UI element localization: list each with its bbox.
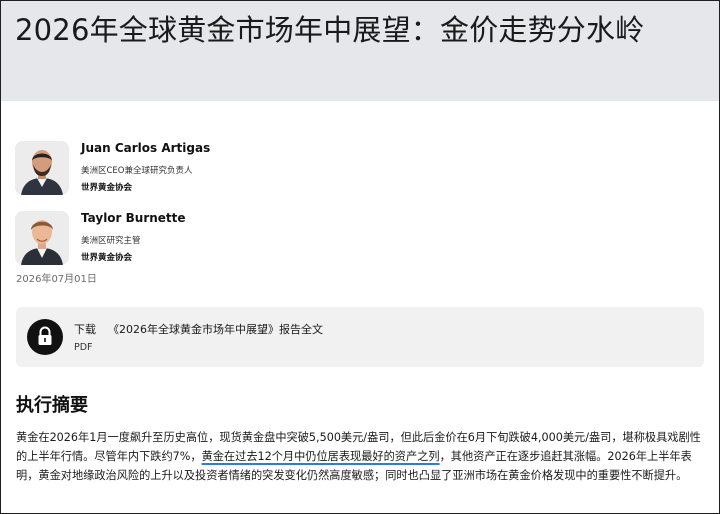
page-frame: 2026年全球黄金市场年中展望：金价走势分水岭 Juan Carlos Arti… bbox=[0, 0, 720, 514]
person-portrait-icon bbox=[15, 211, 69, 265]
section-heading: 执行摘要 bbox=[16, 395, 88, 416]
publish-date: 2026年07月01日 bbox=[16, 274, 97, 285]
author-org: 世界黄金协会 bbox=[81, 183, 133, 193]
author-name[interactable]: Juan Carlos Artigas bbox=[81, 141, 210, 155]
author-role: 美洲区CEO兼全球研究负责人 bbox=[81, 166, 193, 176]
article-header: 2026年全球黄金市场年中展望：金价走势分水岭 bbox=[1, 1, 719, 101]
summary-highlight-link[interactable]: 黄金在过去12个月中仍位居表现最好的资产之列 bbox=[202, 450, 440, 463]
author-name[interactable]: Taylor Burnette bbox=[81, 211, 186, 225]
author-org: 世界黄金协会 bbox=[81, 253, 133, 263]
lock-icon bbox=[27, 319, 63, 355]
download-label: 下载 bbox=[74, 323, 96, 336]
report-title: 《2026年全球黄金市场年中展望》报告全文 bbox=[108, 323, 323, 336]
download-link[interactable]: 下载 《2026年全球黄金市场年中展望》报告全文 bbox=[74, 321, 323, 337]
summary-paragraph: 黄金在2026年1月一度飙升至历史高位，现货黄金盘中突破5,500美元/盎司，但… bbox=[16, 428, 706, 485]
author-card[interactable]: Taylor Burnette 美洲区研究主管 世界黄金协会 bbox=[15, 211, 695, 267]
author-card[interactable]: Juan Carlos Artigas 美洲区CEO兼全球研究负责人 世界黄金协… bbox=[15, 141, 695, 197]
author-role: 美洲区研究主管 bbox=[81, 236, 141, 246]
page-title: 2026年全球黄金市场年中展望：金价走势分水岭 bbox=[15, 13, 645, 47]
file-format: PDF bbox=[74, 342, 93, 353]
person-portrait-beard-icon bbox=[15, 141, 69, 195]
download-report-card[interactable]: 下载 《2026年全球黄金市场年中展望》报告全文 PDF bbox=[16, 307, 704, 367]
